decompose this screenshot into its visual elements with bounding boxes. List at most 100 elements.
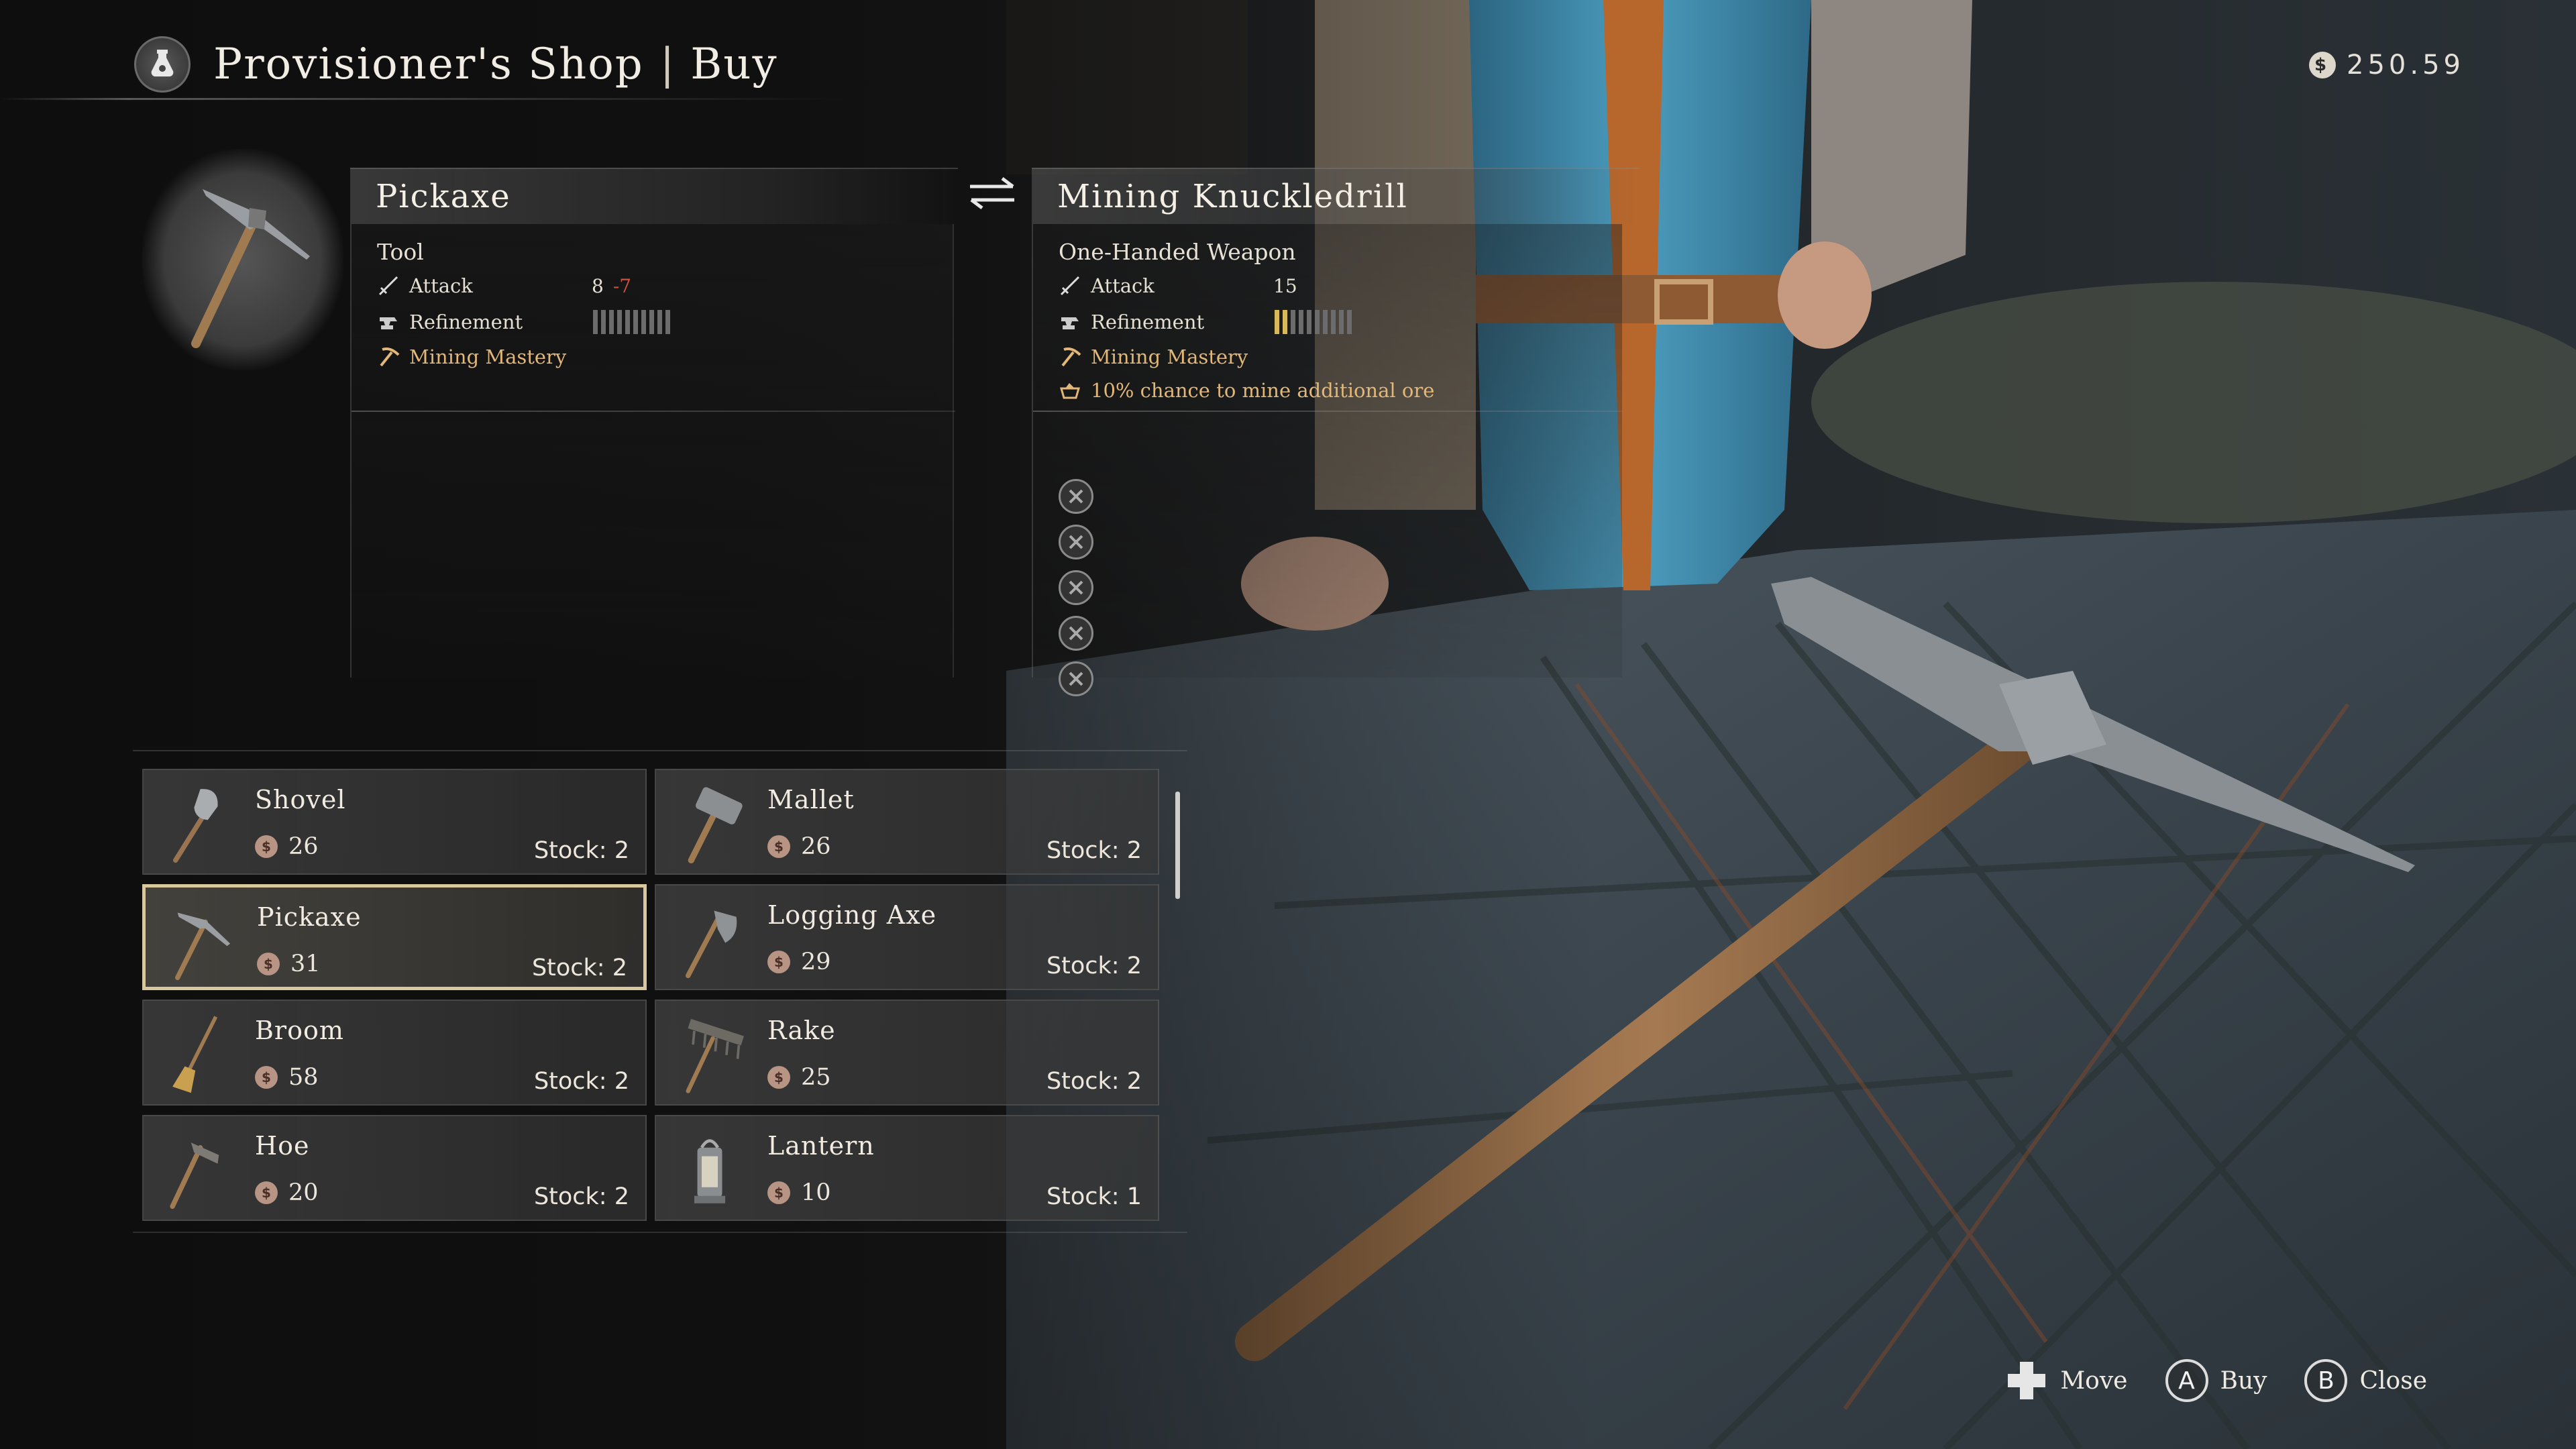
- mastery-row: Mining Mastery: [377, 342, 566, 372]
- attack-delta: -7: [612, 274, 632, 297]
- item-price-value: 25: [801, 1064, 831, 1091]
- item-price-value: 58: [288, 1064, 319, 1091]
- shop-item-logging-axe[interactable]: Logging Axe $29 Stock: 2: [655, 884, 1159, 990]
- currency-amount: 250.59: [2347, 50, 2465, 80]
- buy-label: Buy: [2220, 1366, 2267, 1395]
- refinement-bar: [593, 310, 670, 334]
- shovel-icon: [173, 789, 218, 863]
- item-stock: Stock: 2: [1046, 837, 1142, 864]
- title-separator: |: [659, 40, 675, 89]
- shop-item-pickaxe[interactable]: Pickaxe $31 Stock: 2: [142, 884, 647, 990]
- empty-slot-icon: [1059, 525, 1093, 559]
- item-stock: Stock: 2: [1046, 953, 1142, 979]
- item-price-value: 31: [290, 951, 321, 977]
- item-stock: Stock: 2: [533, 837, 629, 864]
- lantern-icon: [694, 1139, 726, 1203]
- shop-item-grid: Shovel $26 Stock: 2 Mallet $26 Stock: 2 Pickax…: [133, 750, 1187, 1233]
- perk-row: 10% chance to mine additional ore: [1059, 376, 1434, 405]
- empty-slot-icon: [1059, 570, 1093, 605]
- item-name: Hoe: [255, 1131, 310, 1161]
- coin-icon: $: [767, 1181, 790, 1204]
- refinement-segment: [1331, 310, 1336, 334]
- currency-display: $ 250.59: [2309, 50, 2465, 80]
- refinement-segment: [1299, 310, 1303, 334]
- anvil-icon: [1061, 317, 1079, 329]
- grid-scrollbar[interactable]: [1175, 792, 1180, 899]
- shop-item-hoe[interactable]: Hoe $20 Stock: 2: [142, 1115, 647, 1221]
- refinement-segment: [1323, 310, 1328, 334]
- current-item-panel: Pickaxe Tool Attack 8 -7 Refinement Minin…: [350, 168, 958, 678]
- refinement-segment: [1347, 310, 1352, 334]
- compare-attack-value: 15: [1273, 274, 1297, 297]
- current-item-name: Pickaxe: [350, 168, 958, 224]
- item-price: $25: [767, 1064, 831, 1091]
- item-price: $31: [257, 951, 321, 977]
- selected-item-preview: [142, 149, 343, 370]
- compare-swap-icon: [970, 177, 1014, 209]
- item-price-value: 20: [288, 1179, 319, 1206]
- refinement-segment: [633, 310, 638, 334]
- empty-slot-icon: [1059, 661, 1093, 696]
- item-name: Broom: [255, 1016, 344, 1045]
- sword-icon: [378, 276, 398, 296]
- shop-item-broom[interactable]: Broom $58 Stock: 2: [142, 1000, 647, 1106]
- button-prompts: Move A Buy B Close: [1986, 1356, 2427, 1405]
- b-button-icon[interactable]: B: [2304, 1359, 2348, 1402]
- refinement-segment: [1291, 310, 1295, 334]
- refinement-segment: [665, 310, 670, 334]
- item-price: $58: [255, 1064, 319, 1091]
- item-price-value: 29: [801, 949, 831, 975]
- shop-item-shovel[interactable]: Shovel $26 Stock: 2: [142, 769, 647, 875]
- item-price: $26: [255, 833, 319, 860]
- close-prompt[interactable]: B Close: [2304, 1359, 2427, 1402]
- item-price: $10: [767, 1179, 831, 1206]
- refinement-segment: [617, 310, 622, 334]
- item-name: Mallet: [767, 785, 855, 814]
- compare-stats-divider: [1033, 411, 1623, 412]
- move-label: Move: [2060, 1366, 2128, 1395]
- a-button-icon[interactable]: A: [2165, 1359, 2208, 1402]
- attack-stat-row: Attack 8 -7: [377, 271, 631, 301]
- current-item-stats: Tool Attack 8 -7 Refinement Mining Master…: [350, 224, 955, 678]
- refinement-segment: [1307, 310, 1311, 334]
- refinement-segment: [1339, 310, 1344, 334]
- anvil-icon: [380, 317, 397, 329]
- shop-item-rake[interactable]: Rake $25 Stock: 2: [655, 1000, 1159, 1106]
- item-price: $20: [255, 1179, 319, 1206]
- item-stock: Stock: 2: [533, 1183, 629, 1210]
- compare-refinement-bar: [1275, 310, 1352, 334]
- compare-refinement-row: Refinement: [1059, 307, 1352, 337]
- refinement-segment: [1283, 310, 1287, 334]
- attack-label: Attack: [409, 274, 473, 297]
- mastery-pickaxe-icon: [380, 347, 400, 367]
- move-prompt: Move: [2005, 1359, 2128, 1402]
- item-name: Rake: [767, 1016, 836, 1045]
- empty-slot-icon: [1059, 479, 1093, 514]
- shop-title: Provisioner's Shop: [213, 40, 644, 89]
- item-stock: Stock: 1: [1046, 1183, 1142, 1210]
- compare-attack-row: Attack 15: [1059, 271, 1297, 301]
- mastery-pickaxe-icon: [1061, 347, 1081, 367]
- shop-item-mallet[interactable]: Mallet $26 Stock: 2: [655, 769, 1159, 875]
- attack-label: Attack: [1091, 274, 1155, 297]
- rake-icon: [686, 1018, 745, 1093]
- refinement-segment: [601, 310, 606, 334]
- coin-icon: $: [255, 1066, 278, 1089]
- coin-icon: $: [767, 951, 790, 973]
- perk-label: 10% chance to mine additional ore: [1091, 379, 1435, 402]
- pickaxe-icon: [175, 912, 231, 981]
- shop-item-lantern[interactable]: Lantern $10 Stock: 1: [655, 1115, 1159, 1221]
- pickaxe-icon: [191, 189, 310, 348]
- broom-icon: [172, 1016, 218, 1093]
- compare-item-stats: One-Handed Weapon Attack 15 Refinement M…: [1032, 224, 1623, 696]
- item-price-value: 26: [801, 833, 831, 860]
- dpad-icon: [2008, 1362, 2046, 1399]
- compare-item-panel: Mining Knuckledrill One-Handed Weapon At…: [1032, 168, 1640, 696]
- refinement-segment: [649, 310, 654, 334]
- mallet-icon: [688, 787, 743, 863]
- refinement-label: Refinement: [1091, 311, 1205, 333]
- hoe-icon: [170, 1142, 219, 1210]
- header-divider: [0, 98, 845, 100]
- compare-item-name: Mining Knuckledrill: [1032, 168, 1640, 224]
- buy-prompt[interactable]: A Buy: [2165, 1359, 2267, 1402]
